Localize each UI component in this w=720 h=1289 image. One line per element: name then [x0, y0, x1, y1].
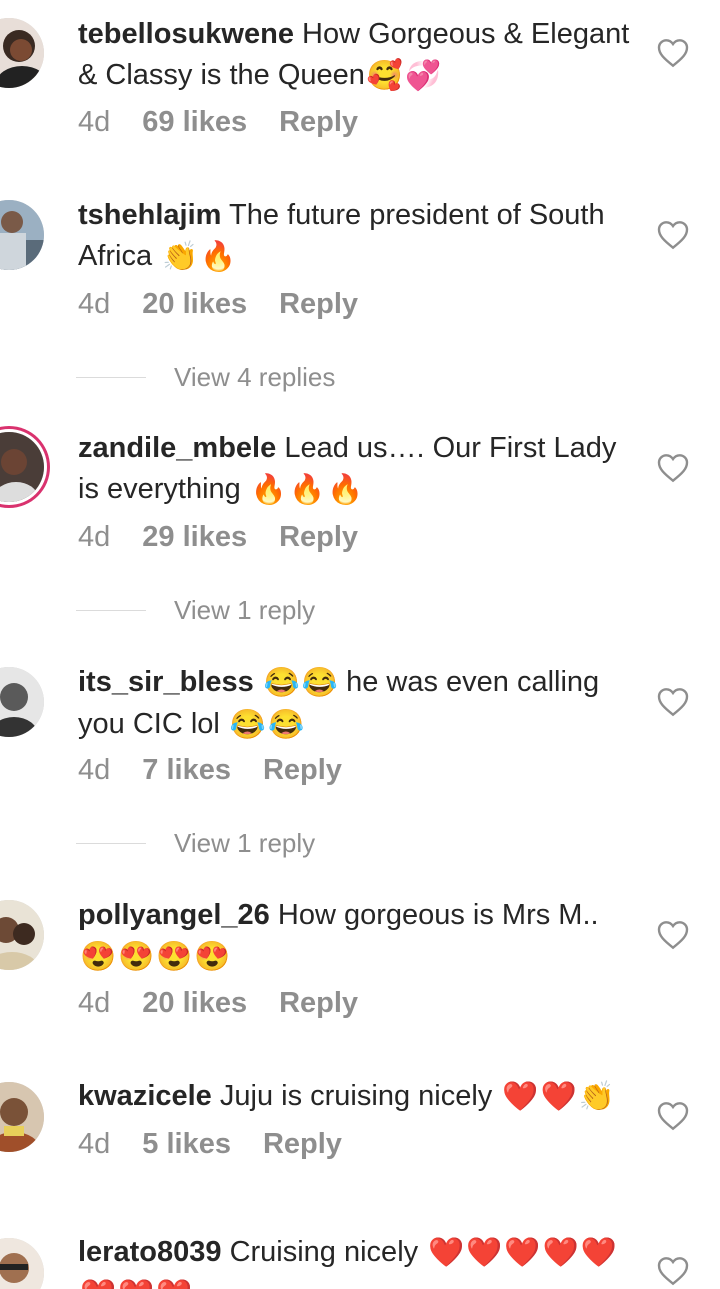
red-heart-emoji: ❤️ [580, 1236, 617, 1269]
comment-7: lerato8039 Cruising nicely ❤️❤️❤️❤️❤️❤️❤… [0, 0, 720, 1289]
comment-text: lerato8039 Cruising nicely ❤️❤️❤️❤️❤️❤️❤… [78, 1232, 638, 1289]
red-heart-emoji: ❤️ [428, 1236, 465, 1269]
red-heart-emoji: ❤️ [504, 1236, 541, 1269]
red-heart-emoji: ❤️ [80, 1275, 116, 1289]
avatar[interactable] [0, 1238, 44, 1289]
comment-body: Cruising nicely [229, 1236, 419, 1268]
red-heart-emoji: ❤️ [118, 1275, 154, 1289]
red-heart-emoji: ❤️ [542, 1236, 579, 1269]
comment-username[interactable]: lerato8039 [78, 1236, 222, 1268]
red-heart-emoji: ❤️ [156, 1275, 192, 1289]
heart-outline-icon[interactable] [657, 1256, 689, 1286]
red-heart-emoji: ❤️ [466, 1236, 503, 1269]
